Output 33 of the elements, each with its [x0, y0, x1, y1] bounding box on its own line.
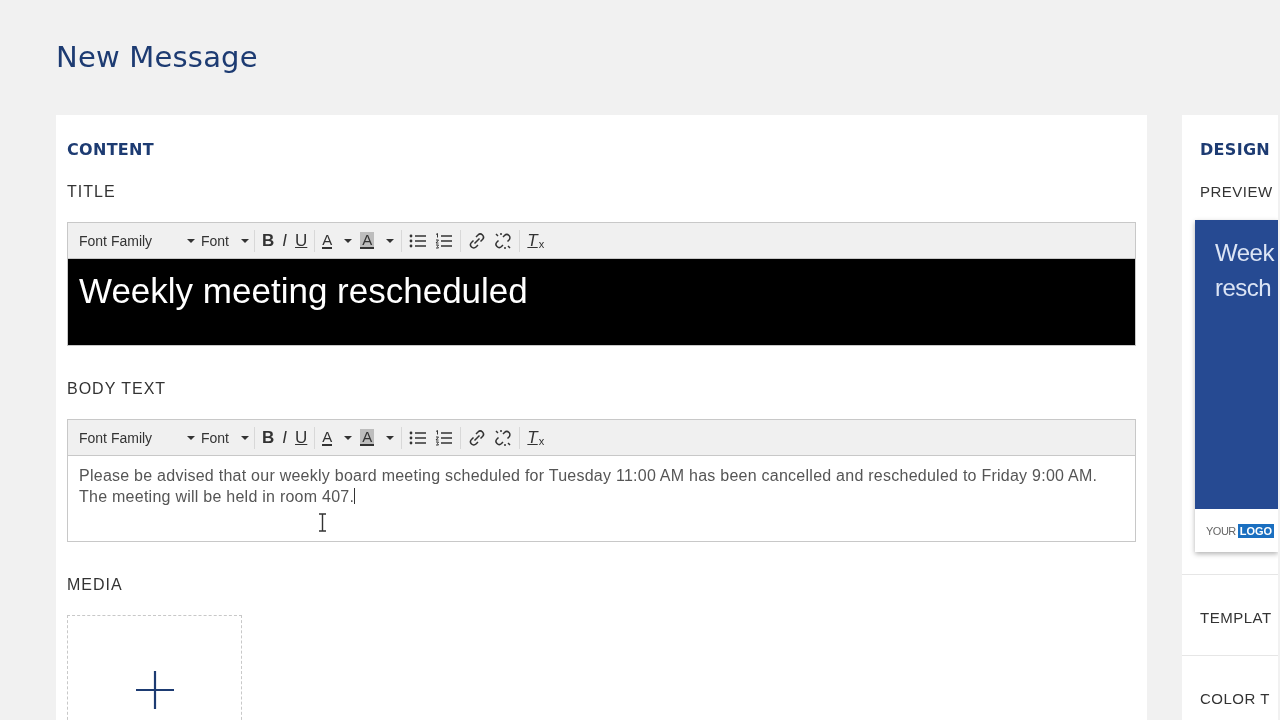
preview-title: Week — [1215, 238, 1274, 268]
title-field[interactable]: Weekly meeting rescheduled — [68, 259, 1135, 345]
field-label: BODY TEXT — [67, 380, 167, 398]
highlight-color-button[interactable]: A — [358, 426, 397, 449]
clear-format-button[interactable]: Tx — [525, 426, 547, 449]
preview-title: resch — [1215, 273, 1272, 303]
bold-button[interactable]: B — [260, 229, 277, 252]
italic-button[interactable]: I — [280, 229, 290, 252]
italic-button[interactable]: I — [280, 426, 290, 449]
highlight-color-button[interactable]: A — [358, 229, 397, 252]
underline-button[interactable]: U — [293, 229, 310, 252]
underline-button[interactable]: U — [293, 426, 310, 449]
logo-badge: LOGO — [1237, 523, 1275, 538]
section-label[interactable]: TEMPLAT — [1200, 609, 1272, 626]
logo-text: YOUR — [1206, 524, 1236, 537]
field-label: MEDIA — [67, 576, 123, 594]
field-label: TITLE — [67, 183, 116, 201]
text-color-button[interactable]: A — [320, 229, 355, 252]
font-dropdown[interactable]: Font Family — [77, 426, 195, 449]
bold-button[interactable]: B — [260, 426, 277, 449]
section-heading: DESIGN — [1200, 140, 1271, 159]
field-label: PREVIEW — [1200, 183, 1273, 200]
page-title: New Message — [56, 40, 259, 74]
section-label[interactable]: COLOR T — [1200, 690, 1270, 707]
text-color-button[interactable]: A — [320, 426, 355, 449]
font-dropdown[interactable]: Font Family — [77, 229, 195, 252]
text-cursor-icon — [318, 513, 327, 532]
body-text-field[interactable]: Please be advised that our weekly board meeting scheduled for Tuesday 11:00 AM has been cancelled and rescheduled to Friday 9:00 AM. The meeting will be held in room 407. — [68, 456, 1135, 541]
font-dropdown[interactable]: Font — [199, 229, 249, 252]
section-heading: CONTENT — [67, 140, 155, 159]
plus-icon — [135, 671, 174, 709]
font-dropdown[interactable]: Font — [199, 426, 249, 449]
clear-format-button[interactable]: Tx — [525, 229, 547, 252]
